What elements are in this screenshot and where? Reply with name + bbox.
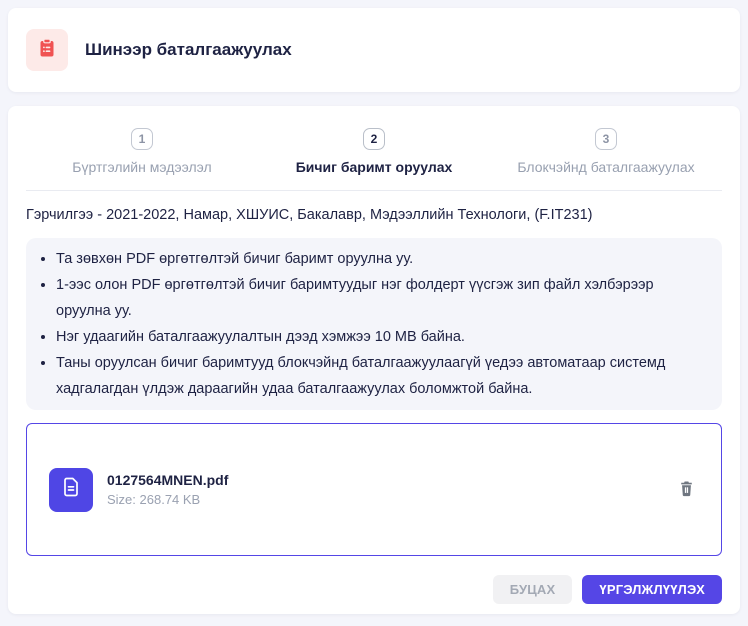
- wizard-footer: БУЦАХ ҮРГЭЛЖЛҮҮЛЭХ: [26, 575, 722, 604]
- file-dropzone[interactable]: 0127564MNEN.pdf Size: 268.74 KB: [26, 423, 722, 556]
- stepper-step-2-active: 2 Бичиг баримт оруулах: [258, 128, 490, 190]
- step-label: Бичиг баримт оруулах: [295, 159, 453, 175]
- instruction-item: Та зөвхөн PDF өргөтгөлтэй бичиг баримт о…: [56, 246, 698, 272]
- instructions-list: Та зөвхөн PDF өргөтгөлтэй бичиг баримт о…: [26, 246, 698, 402]
- step-label: Блокчэйнд баталгаажуулах: [517, 159, 695, 175]
- step-number-badge: 3: [595, 128, 617, 150]
- stepper-step-3: 3 Блокчэйнд баталгаажуулах: [490, 128, 722, 190]
- instruction-item: Нэг удаагийн баталгаажуулалтын дээд хэмж…: [56, 324, 698, 350]
- uploaded-file-icon-badge: [49, 467, 93, 512]
- instruction-item: 1-ээс олон PDF өргөтгөлтэй бичиг баримту…: [56, 272, 698, 324]
- uploaded-file-name: 0127564MNEN.pdf: [107, 472, 229, 488]
- document-icon: [59, 475, 83, 504]
- app-icon-badge: [26, 29, 68, 71]
- stepper-step-1: 1 Бүртгэлийн мэдээлэл: [26, 128, 258, 190]
- uploaded-file-size: Size: 268.74 KB: [107, 492, 201, 507]
- step-number-badge: 2: [363, 128, 385, 150]
- clipboard-list-icon: [37, 38, 57, 63]
- certificate-summary-line: Гэрчилгээ - 2021-2022, Намар, ХШУИС, Бак…: [26, 207, 593, 223]
- page-title: Шинээр баталгаажуулах: [85, 40, 292, 59]
- delete-file-button[interactable]: [674, 476, 699, 504]
- step-label: Бүртгэлийн мэдээлэл: [72, 159, 212, 175]
- header-card: Шинээр баталгаажуулах: [8, 8, 740, 92]
- uploaded-file-meta: 0127564MNEN.pdf Size: 268.74 KB: [107, 472, 228, 507]
- back-button[interactable]: БУЦАХ: [492, 575, 573, 604]
- stepper: 1 Бүртгэлийн мэдээлэл 2 Бичиг баримт ору…: [26, 106, 722, 190]
- main-card: 1 Бүртгэлийн мэдээлэл 2 Бичиг баримт ору…: [8, 106, 740, 614]
- instruction-item: Таны оруулсан бичиг баримтууд блокчэйнд …: [56, 350, 698, 402]
- trash-icon: [678, 480, 695, 500]
- step-number-badge: 1: [131, 128, 153, 150]
- continue-button[interactable]: ҮРГЭЛЖЛҮҮЛЭХ: [582, 575, 722, 604]
- upload-instructions-box: Та зөвхөн PDF өргөтгөлтэй бичиг баримт о…: [26, 238, 722, 410]
